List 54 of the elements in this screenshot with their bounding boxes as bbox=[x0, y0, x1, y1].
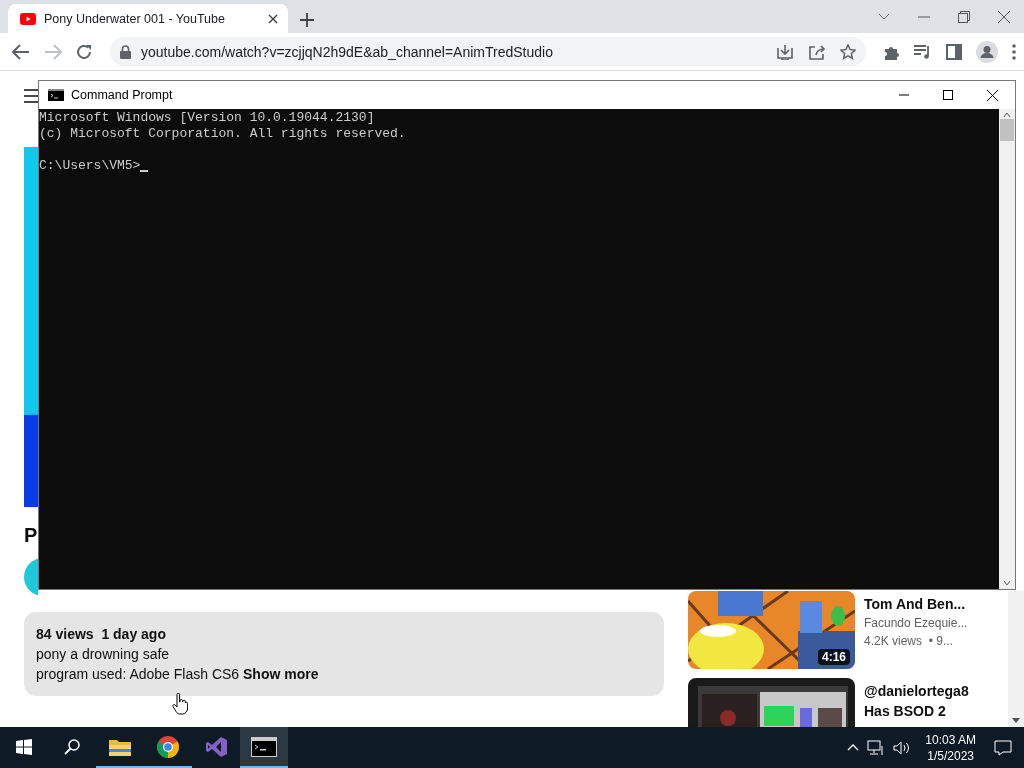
view-count: 84 views 1 day ago bbox=[36, 625, 167, 644]
notification-icon[interactable] bbox=[994, 739, 1012, 756]
console-prompt: C:\Users\VM5> bbox=[39, 158, 141, 174]
console-text: Microsoft Windows [Version 10.0.19044.2130] bbox=[39, 110, 376, 126]
console-window[interactable]: Command Prompt Microsoft Windows [Version 10.0.19044.2130] (c) Microsoft Corporation. All rights reserved. C:\Users\VM5> bbox=[38, 80, 1016, 590]
sidebar-icon[interactable] bbox=[946, 43, 962, 60]
close-icon[interactable] bbox=[268, 13, 278, 24]
channel-name: Facundo Ezequie... bbox=[864, 615, 968, 632]
description-text: program used: Adobe Flash CS6 Show more bbox=[36, 665, 320, 684]
chevron-down-icon[interactable] bbox=[878, 12, 890, 21]
plus-icon[interactable] bbox=[300, 13, 314, 27]
video-title: P bbox=[24, 524, 39, 548]
studio-icon[interactable] bbox=[204, 734, 228, 759]
media-list-icon[interactable] bbox=[914, 44, 932, 59]
video-title[interactable]: @danielortega8 bbox=[864, 681, 969, 701]
back-arrow-icon[interactable] bbox=[12, 43, 30, 60]
taskbar-button[interactable] bbox=[240, 727, 288, 768]
video-title[interactable]: Has BSOD 2 bbox=[864, 701, 969, 721]
chrome-icon[interactable] bbox=[156, 734, 180, 759]
text-cursor bbox=[140, 170, 149, 172]
video-stats: 4.2K views • 9... bbox=[864, 633, 954, 650]
restore-icon[interactable] bbox=[958, 10, 970, 23]
star-icon[interactable] bbox=[840, 43, 856, 60]
search-icon[interactable] bbox=[64, 738, 80, 755]
duration-badge: 4:16 bbox=[817, 649, 850, 665]
profile-icon[interactable] bbox=[976, 40, 998, 63]
kebab-menu-icon[interactable] bbox=[1012, 43, 1016, 60]
clock[interactable]: 10:03 AM 1/5/2023 bbox=[925, 731, 976, 764]
close-icon[interactable] bbox=[987, 89, 998, 101]
video-title[interactable]: Tom And Ben... bbox=[864, 594, 968, 614]
maximize-icon[interactable] bbox=[943, 90, 953, 100]
windows-logo-icon[interactable] bbox=[16, 738, 32, 755]
show-more-link[interactable]: Show more bbox=[243, 666, 319, 682]
window-title: Command Prompt bbox=[71, 88, 174, 102]
reload-icon[interactable] bbox=[76, 43, 92, 60]
console-icon bbox=[48, 89, 64, 101]
chevron-up-icon[interactable] bbox=[847, 744, 860, 751]
hand-cursor-icon bbox=[172, 693, 188, 715]
browser-tab[interactable]: Pony Underwater 001 - YouTube bbox=[8, 4, 288, 33]
console-icon[interactable] bbox=[251, 736, 277, 757]
lock-icon bbox=[120, 44, 131, 59]
address-bar[interactable]: youtube.com/watch?v=zcjjqN2h9dE&ab_channel=AnimTredStudio bbox=[110, 37, 866, 66]
down-arrow-icon[interactable] bbox=[1012, 718, 1020, 723]
scrollbar[interactable] bbox=[1008, 591, 1024, 727]
share-icon[interactable] bbox=[808, 43, 826, 60]
video-logo-icon bbox=[20, 12, 36, 25]
scrollbar[interactable] bbox=[999, 109, 1015, 589]
install-icon[interactable] bbox=[776, 43, 794, 60]
console-text: (c) Microsoft Corporation. All rights reserved. bbox=[39, 126, 407, 142]
description-box[interactable]: 84 views 1 day ago pony a drowning safe program used: Adobe Flash CS6 Show more bbox=[24, 612, 664, 696]
network-icon[interactable] bbox=[867, 739, 886, 756]
scrollbar-thumb[interactable] bbox=[1000, 119, 1014, 141]
volume-icon[interactable] bbox=[893, 739, 912, 756]
description-text: pony a drowning safe bbox=[36, 645, 171, 664]
